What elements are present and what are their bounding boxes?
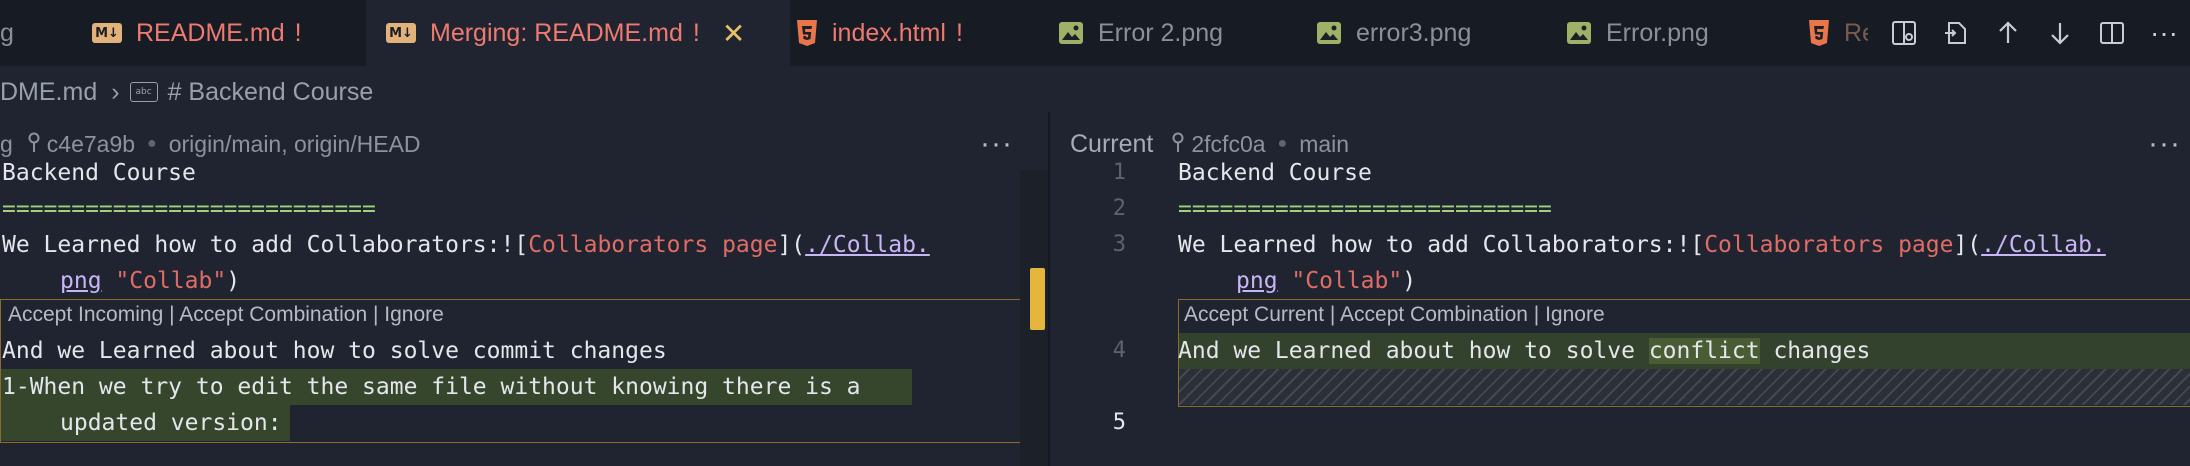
code-line: Backend Course	[2, 160, 196, 186]
code-line: png "Collab")	[1236, 268, 1417, 294]
code-line: ===========================	[2, 196, 376, 222]
more-actions-icon[interactable]: ···	[2138, 7, 2190, 59]
editor-actions: ···	[1868, 0, 2190, 66]
image-icon	[1058, 21, 1084, 45]
editor-tab-bar: g M↓ README.md ! M↓ Merging: README.md !…	[0, 0, 2190, 66]
tab-index-html[interactable]: index.html !	[796, 0, 963, 66]
chevron-right-icon: ›	[111, 77, 120, 106]
tab-error-png[interactable]: Error.png	[1566, 0, 1709, 66]
image-icon	[1316, 21, 1342, 45]
codelens-actions[interactable]: Accept Incoming | Accept Combination | I…	[8, 299, 444, 331]
markdown-icon: M↓	[386, 23, 416, 43]
code-line: 1-When we try to edit the same file with…	[2, 374, 861, 400]
warning-mark: !	[955, 18, 963, 47]
tab-merging-readme[interactable]: M↓ Merging: README.md ! ✕	[366, 0, 790, 66]
link[interactable]: png	[60, 268, 102, 294]
link[interactable]: ./Collab.	[805, 232, 930, 258]
tab-label: Merging: README.md	[430, 18, 683, 47]
line-number: 4	[1112, 338, 1126, 363]
branch-name: main	[1299, 130, 1350, 157]
toggle-layout-icon[interactable]	[2086, 7, 2138, 59]
code-line: updated version:	[60, 410, 282, 436]
line-number: 2	[1112, 196, 1126, 221]
code-line: png "Collab")	[60, 268, 241, 294]
link[interactable]: ./Collab.	[1981, 232, 2106, 258]
branch-names: origin/main, origin/HEAD	[168, 130, 421, 157]
image-icon	[1566, 21, 1592, 45]
html5-icon	[1808, 19, 1830, 47]
line-number: 1	[1112, 160, 1126, 185]
abc-symbol-icon: abc	[129, 82, 158, 102]
arrow-up-icon[interactable]	[1982, 7, 2034, 59]
tab-error3-png[interactable]: error3.png	[1316, 0, 1471, 66]
link[interactable]: png	[1236, 268, 1278, 294]
arrow-down-icon[interactable]	[2034, 7, 2086, 59]
line-number: 3	[1112, 232, 1126, 257]
code-line: And we Learned about how to solve commit…	[2, 338, 667, 364]
code-line: ===========================	[1178, 196, 1552, 222]
close-icon[interactable]: ✕	[722, 17, 745, 50]
tab-label: index.html	[832, 18, 946, 47]
tab-label: README.md	[136, 18, 285, 47]
more-actions-icon[interactable]: ···	[2148, 124, 2181, 164]
code-line: We Learned how to add Collaborators:![Co…	[2, 232, 930, 258]
split-editor-icon[interactable]	[1878, 7, 1930, 59]
html5-icon	[796, 19, 818, 47]
open-file-icon[interactable]	[1930, 7, 1982, 59]
tab-label: Error.png	[1606, 18, 1709, 47]
tab-readme[interactable]: M↓ README.md !	[92, 0, 302, 66]
warning-mark: !	[692, 18, 700, 47]
codelens-actions[interactable]: Accept Current | Accept Combination | Ig…	[1184, 299, 1605, 331]
markdown-icon: M↓	[92, 23, 122, 43]
line-number: 5	[1112, 410, 1126, 435]
code-line: Backend Course	[1178, 160, 1372, 186]
changed-word: conflict	[1648, 338, 1760, 364]
code-line: And we Learned about how to solve confli…	[1178, 338, 1871, 364]
more-actions-icon[interactable]: ···	[980, 124, 1013, 164]
commit-hash[interactable]: c4e7a9b	[47, 131, 135, 158]
pane-divider[interactable]	[1048, 112, 1050, 466]
breadcrumb-section[interactable]: # Backend Course	[168, 78, 374, 107]
warning-mark: !	[294, 18, 302, 47]
code-line: We Learned how to add Collaborators:![Co…	[1178, 232, 2106, 258]
conflict-scroll-marker	[1030, 268, 1045, 330]
tab-label: error3.png	[1356, 18, 1472, 47]
